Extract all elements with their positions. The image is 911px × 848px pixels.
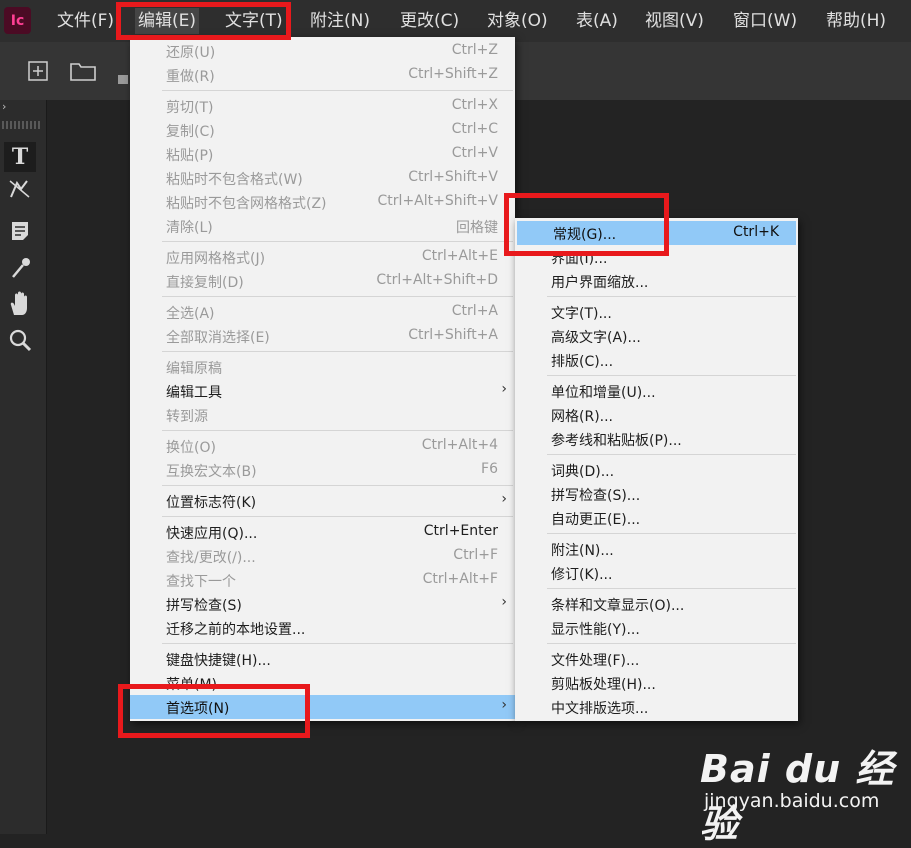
submenu-arrow-icon: › (501, 697, 507, 713)
menu-separator (162, 296, 513, 297)
menu-separator (162, 516, 513, 517)
submenu-arrow-icon: › (501, 594, 507, 610)
menu-item-apply-grid-format[interactable]: 应用网格格式(J) Ctrl+Alt+E (130, 245, 515, 269)
menu-item-redo[interactable]: 重做(R) Ctrl+Shift+Z (130, 63, 515, 87)
menu-separator (162, 643, 513, 644)
menu-item-spelling[interactable]: 拼写检查(S) › (130, 592, 515, 616)
panel-expand-icon[interactable]: › (2, 100, 6, 113)
menu-notes[interactable]: 附注(N) (307, 0, 373, 42)
menu-item-spelling-check[interactable]: 拼写检查(S)... (515, 482, 798, 506)
menu-item-deselect-all[interactable]: 全部取消选择(E) Ctrl+Shift+A (130, 324, 515, 348)
hand-tool-icon[interactable] (4, 291, 36, 321)
menu-view[interactable]: 视图(V) (642, 0, 707, 42)
menu-help[interactable]: 帮助(H) (823, 0, 889, 42)
menu-item-display-performance[interactable]: 显示性能(Y)... (515, 616, 798, 640)
new-document-icon[interactable] (27, 60, 49, 87)
menu-item-quick-apply[interactable]: 快速应用(Q)... Ctrl+Enter (130, 520, 515, 544)
menu-item-paste[interactable]: 粘贴(P) Ctrl+V (130, 142, 515, 166)
menu-item-cut[interactable]: 剪切(T) Ctrl+X (130, 94, 515, 118)
eyedropper-tool-icon[interactable] (4, 256, 36, 286)
tools-panel (0, 100, 47, 834)
menu-item-units-increments[interactable]: 单位和增量(U)... (515, 379, 798, 403)
panel-grip[interactable] (2, 121, 42, 129)
menu-item-autocorrect[interactable]: 自动更正(E)... (515, 506, 798, 530)
menu-item-clear[interactable]: 清除(L) 回格键 (130, 214, 515, 238)
menu-item-ui-scaling[interactable]: 用户界面缩放... (515, 269, 798, 293)
menu-separator (547, 454, 796, 455)
app-logo: Ic (4, 7, 31, 34)
menu-file[interactable]: 文件(F) (54, 0, 117, 42)
menu-separator (162, 351, 513, 352)
menu-item-duplicate[interactable]: 直接复制(D) Ctrl+Alt+Shift+D (130, 269, 515, 293)
annotation-box-preferences (118, 684, 310, 738)
zoom-tool-icon[interactable] (4, 328, 36, 358)
menu-separator (162, 90, 513, 91)
menu-item-copy[interactable]: 复制(C) Ctrl+C (130, 118, 515, 142)
menu-item-keyboard-shortcuts[interactable]: 键盘快捷键(H)... (130, 647, 515, 671)
menu-item-grids[interactable]: 网格(R)... (515, 403, 798, 427)
menu-item-swap-macro-text[interactable]: 互换宏文本(B) F6 (130, 458, 515, 482)
open-folder-icon[interactable] (70, 61, 96, 86)
type-tool-icon[interactable]: T (4, 142, 36, 172)
menu-item-edit-with[interactable]: 编辑工具 › (130, 379, 515, 403)
menu-item-find-change[interactable]: 查找/更改(/)... Ctrl+F (130, 544, 515, 568)
note-tool-icon[interactable] (4, 220, 36, 250)
menu-item-undo[interactable]: 还原(U) Ctrl+Z (130, 39, 515, 63)
annotation-box-menubar (116, 2, 291, 40)
edit-menu: 还原(U) Ctrl+Z 重做(R) Ctrl+Shift+Z 剪切(T) Ctrl+… (130, 37, 515, 721)
menu-separator (162, 485, 513, 486)
watermark-url: jingyan.baidu.com (704, 790, 880, 812)
menu-item-edit-original[interactable]: 编辑原稿 (130, 355, 515, 379)
frame-grid-tool-icon[interactable] (4, 177, 36, 207)
menu-object[interactable]: 对象(O) (484, 0, 551, 42)
menu-item-find-next[interactable]: 查找下一个 Ctrl+Alt+F (130, 568, 515, 592)
menu-item-advanced-type[interactable]: 高级文字(A)... (515, 324, 798, 348)
menu-table[interactable]: 表(A) (573, 0, 621, 42)
preferences-submenu: 常规(G)... Ctrl+K 界面(I)... 用户界面缩放... 文字(T).… (515, 218, 798, 721)
menu-item-file-handling[interactable]: 文件处理(F)... (515, 647, 798, 671)
annotation-box-general (504, 193, 669, 256)
baidu-watermark: Bai du 经验 jingyan.baidu.com (700, 738, 900, 846)
menu-changes[interactable]: 更改(C) (397, 0, 462, 42)
menu-item-notes[interactable]: 附注(N)... (515, 537, 798, 561)
menu-item-clipboard-handling[interactable]: 剪贴板处理(H)... (515, 671, 798, 695)
menu-item-guides-pasteboard[interactable]: 参考线和粘贴板(P)... (515, 427, 798, 451)
submenu-arrow-icon: › (501, 381, 507, 397)
save-icon[interactable] (117, 66, 129, 90)
menu-separator (547, 643, 796, 644)
menu-item-select-all[interactable]: 全选(A) Ctrl+A (130, 300, 515, 324)
menu-item-paste-no-grid-format[interactable]: 粘贴时不包含网格格式(Z) Ctrl+Alt+Shift+V (130, 190, 515, 214)
menu-separator (547, 296, 796, 297)
menu-separator (162, 430, 513, 431)
menu-item-track-changes[interactable]: 修订(K)... (515, 561, 798, 585)
menu-separator (547, 375, 796, 376)
menu-item-type[interactable]: 文字(T)... (515, 300, 798, 324)
menu-item-migrate-settings[interactable]: 迁移之前的本地设置... (130, 616, 515, 640)
menu-item-cjk-composition[interactable]: 中文排版选项... (515, 695, 798, 719)
menu-window[interactable]: 窗口(W) (730, 0, 800, 42)
menu-item-placeholder[interactable]: 位置标志符(K) › (130, 489, 515, 513)
menu-item-go-to-source[interactable]: 转到源 (130, 403, 515, 427)
menu-separator (162, 241, 513, 242)
menu-item-transpose[interactable]: 换位(O) Ctrl+Alt+4 (130, 434, 515, 458)
menu-separator (547, 588, 796, 589)
menu-item-dictionary[interactable]: 词典(D)... (515, 458, 798, 482)
submenu-arrow-icon: › (501, 491, 507, 507)
menu-item-story-editor-display[interactable]: 条样和文章显示(O)... (515, 592, 798, 616)
menu-item-paste-no-format[interactable]: 粘贴时不包含格式(W) Ctrl+Shift+V (130, 166, 515, 190)
menu-item-composition[interactable]: 排版(C)... (515, 348, 798, 372)
menu-separator (547, 533, 796, 534)
